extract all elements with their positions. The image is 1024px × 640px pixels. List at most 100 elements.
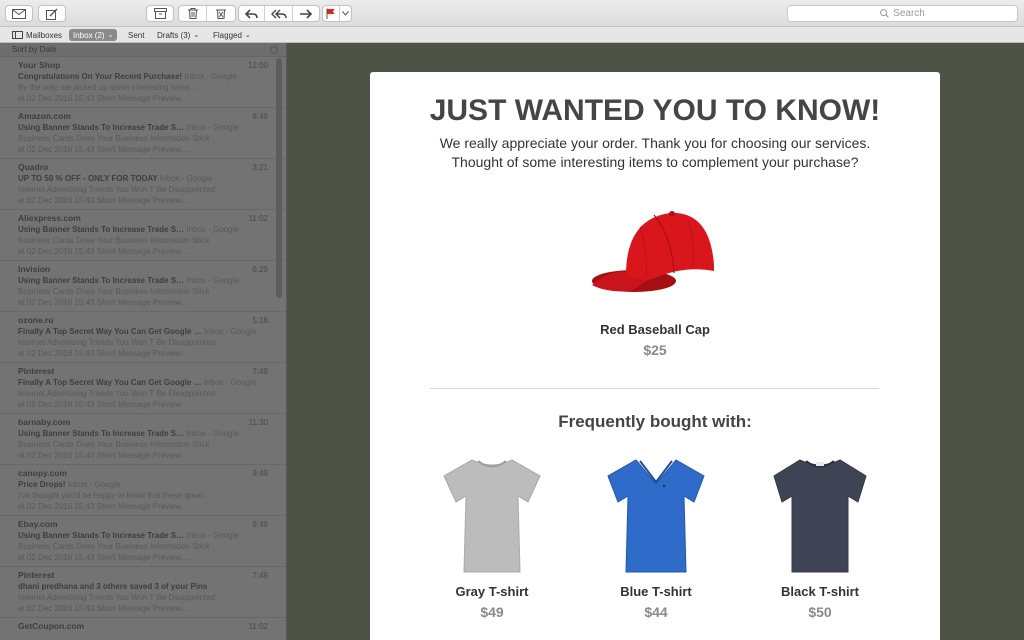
message-row[interactable]: Ebay.com 9:49 Using Banner Stands To Incre… [0,516,286,567]
message-row[interactable]: Pinterest 7:48 Finally A Top Secret Way Yo… [0,363,286,414]
favorite-drafts[interactable]: Drafts (3) ⌄ [153,29,203,41]
message-row[interactable]: Your Shop 12:00 Congratulations On Your Re… [0,57,286,108]
sort-label: Sort by Date [12,45,57,54]
favorite-inbox[interactable]: Inbox (2) ⌄ [69,29,118,41]
message-preview: Business Cards Does Your Business Inform… [18,542,210,551]
message-row[interactable]: Pinterest 7:49 dhani predhana and 3 others… [0,567,286,618]
filter-icon[interactable] [270,46,278,54]
message-preview: at 02 Dec 2016 15:43 Short Message Previ… [18,247,190,256]
message-mailbox: Inbox - Google [159,174,213,183]
email-body: JUST WANTED YOU TO KNOW! We really appre… [370,72,940,640]
subject-text: Using Banner Stands To Increase Trade S… [18,429,185,438]
message-preview: Internet Advertising Trends You Won T Be… [18,593,216,602]
sidebar-icon [12,31,23,39]
blue-tshirt-image [607,459,705,573]
message-preview: at 02 Dec 2016 15:43 Short Message Previ… [18,553,190,562]
compose-button[interactable] [38,5,66,22]
message-time: 7:49 [252,571,268,580]
favorites-bar: Mailboxes Inbox (2) ⌄ Sent Drafts (3) ⌄ … [0,27,1024,43]
message-time: 5:16 [252,316,268,325]
message-preview: at 02 Dec 2016 15:43 Short Message Previ… [18,502,190,511]
product-price: $49 [480,604,504,620]
message-row[interactable]: ozone.ru 5:16 Finally A Top Secret Way You… [0,312,286,363]
get-mail-button[interactable] [5,5,33,22]
message-mailbox: Inbox - Google [203,327,257,336]
section-title: Frequently bought with: [558,412,752,431]
message-sender: Amazon.com [18,111,71,121]
mailboxes-label: Mailboxes [26,30,63,40]
delete-button[interactable] [179,6,208,21]
reply-all-button[interactable] [265,6,293,21]
message-mailbox: Inbox - Google [184,72,237,81]
flag-button[interactable] [323,6,340,21]
message-preview: Business Cards Does Your Business Inform… [18,440,210,449]
intro-line-1: We really appreciate your order. Thank y… [439,135,871,151]
message-time: 11:02 [248,214,268,223]
flag-icon [326,8,335,19]
message-subject: Using Banner Stands To Increase Trade S…… [18,428,276,439]
product-price: $50 [808,604,832,620]
message-row[interactable]: Amazon.com 8:49 Using Banner Stands To Inc… [0,108,286,159]
message-subject: Using Banner Stands To Increase Trade S…… [18,530,276,541]
message-preview: at 02 Dec 2016 15:43 Short Message Previ… [18,400,190,409]
message-row[interactable]: Aliexpress.com 11:02 Using Banner Stands T… [0,210,286,261]
message-sender: Pinterest [18,366,55,376]
message-row[interactable]: barnaby.com 11:30 Using Banner Stands To I… [0,414,286,465]
red-cap-image[interactable] [592,207,718,299]
message-list: Sort by Date Your Shop 12:00 Congratulatio… [0,43,286,640]
product-price: $44 [644,604,668,620]
pane-divider[interactable] [286,43,287,640]
featured-product-name[interactable]: Red Baseball Cap [370,322,940,337]
junk-icon [216,9,226,19]
message-time: 3:21 [252,163,268,172]
message-sender: Your Shop [18,60,61,70]
subject-text: Price Drops! [18,480,66,489]
message-sender: Invision [18,264,51,274]
message-mailbox: Inbox - Google [186,225,239,234]
reply-group [238,5,320,22]
envelope-icon [12,8,26,19]
message-time: 8:49 [252,112,268,121]
archive-button[interactable] [146,5,174,22]
message-row[interactable]: canopy.com 9:49 Price Drops! Inbox - Googl… [0,465,286,516]
forward-icon [300,8,313,19]
email-intro: We really appreciate your order. Thank y… [370,134,940,172]
message-row[interactable]: Quadro 3:21 UP TO 50 % OFF - ONLY FOR TODA… [0,159,286,210]
reply-button[interactable] [239,6,266,21]
message-mailbox: Inbox - Google [67,480,121,489]
message-preview: Internet Advertising Trends You Won T Be… [18,185,216,194]
sort-header[interactable]: Sort by Date [0,43,286,57]
subject-text: Using Banner Stands To Increase Trade S… [18,123,185,132]
message-row[interactable]: GetCoupon.com 11:02 [0,618,286,640]
message-time: 12:00 [247,61,268,70]
forward-button[interactable] [293,6,319,21]
message-mailbox: Inbox - Google [186,123,239,132]
black-tshirt-image [773,459,867,573]
featured-product-price: $25 [643,342,667,358]
favorite-flagged[interactable]: Flagged ⌄ [209,29,255,41]
message-time: 9:49 [252,469,268,478]
message-sender: Ebay.com [18,519,58,529]
search-field[interactable]: Search [787,5,1018,22]
message-preview: at 02 Dec 2016 15:43 Short Message Previ… [18,451,190,460]
flag-menu-button[interactable] [340,6,351,21]
reply-icon [245,8,258,19]
message-mailbox: Inbox - Google [203,378,257,387]
subject-text: Congratulations On Your Recent Purchase! [18,72,183,81]
junk-button[interactable] [207,6,235,21]
message-subject: Using Banner Stands To Increase Trade S…… [18,275,276,286]
favorite-sent[interactable]: Sent [124,29,148,41]
message-row[interactable]: Invision 6:29 Using Banner Stands To Incre… [0,261,286,312]
message-subject: Price Drops! Inbox - Google [18,479,276,490]
chevron-down-icon: ⌄ [244,32,251,39]
message-mailbox: Inbox - Google [186,429,239,438]
mailboxes-button[interactable]: Mailboxes [8,29,66,41]
message-preview: at 02 Dec 2016 15:43 Short Message Previ… [18,145,190,154]
message-sender: Quadro [18,162,49,172]
message-subject: Congratulations On Your Recent Purchase!… [18,71,276,82]
chevron-down-icon: ⌄ [107,32,114,39]
drafts-label: Drafts (3) [157,30,191,40]
product-name: Black T-shirt [780,584,860,599]
list-scrollbar[interactable] [276,58,282,298]
message-preview: I've thought you'd be happy to know that… [18,491,211,500]
